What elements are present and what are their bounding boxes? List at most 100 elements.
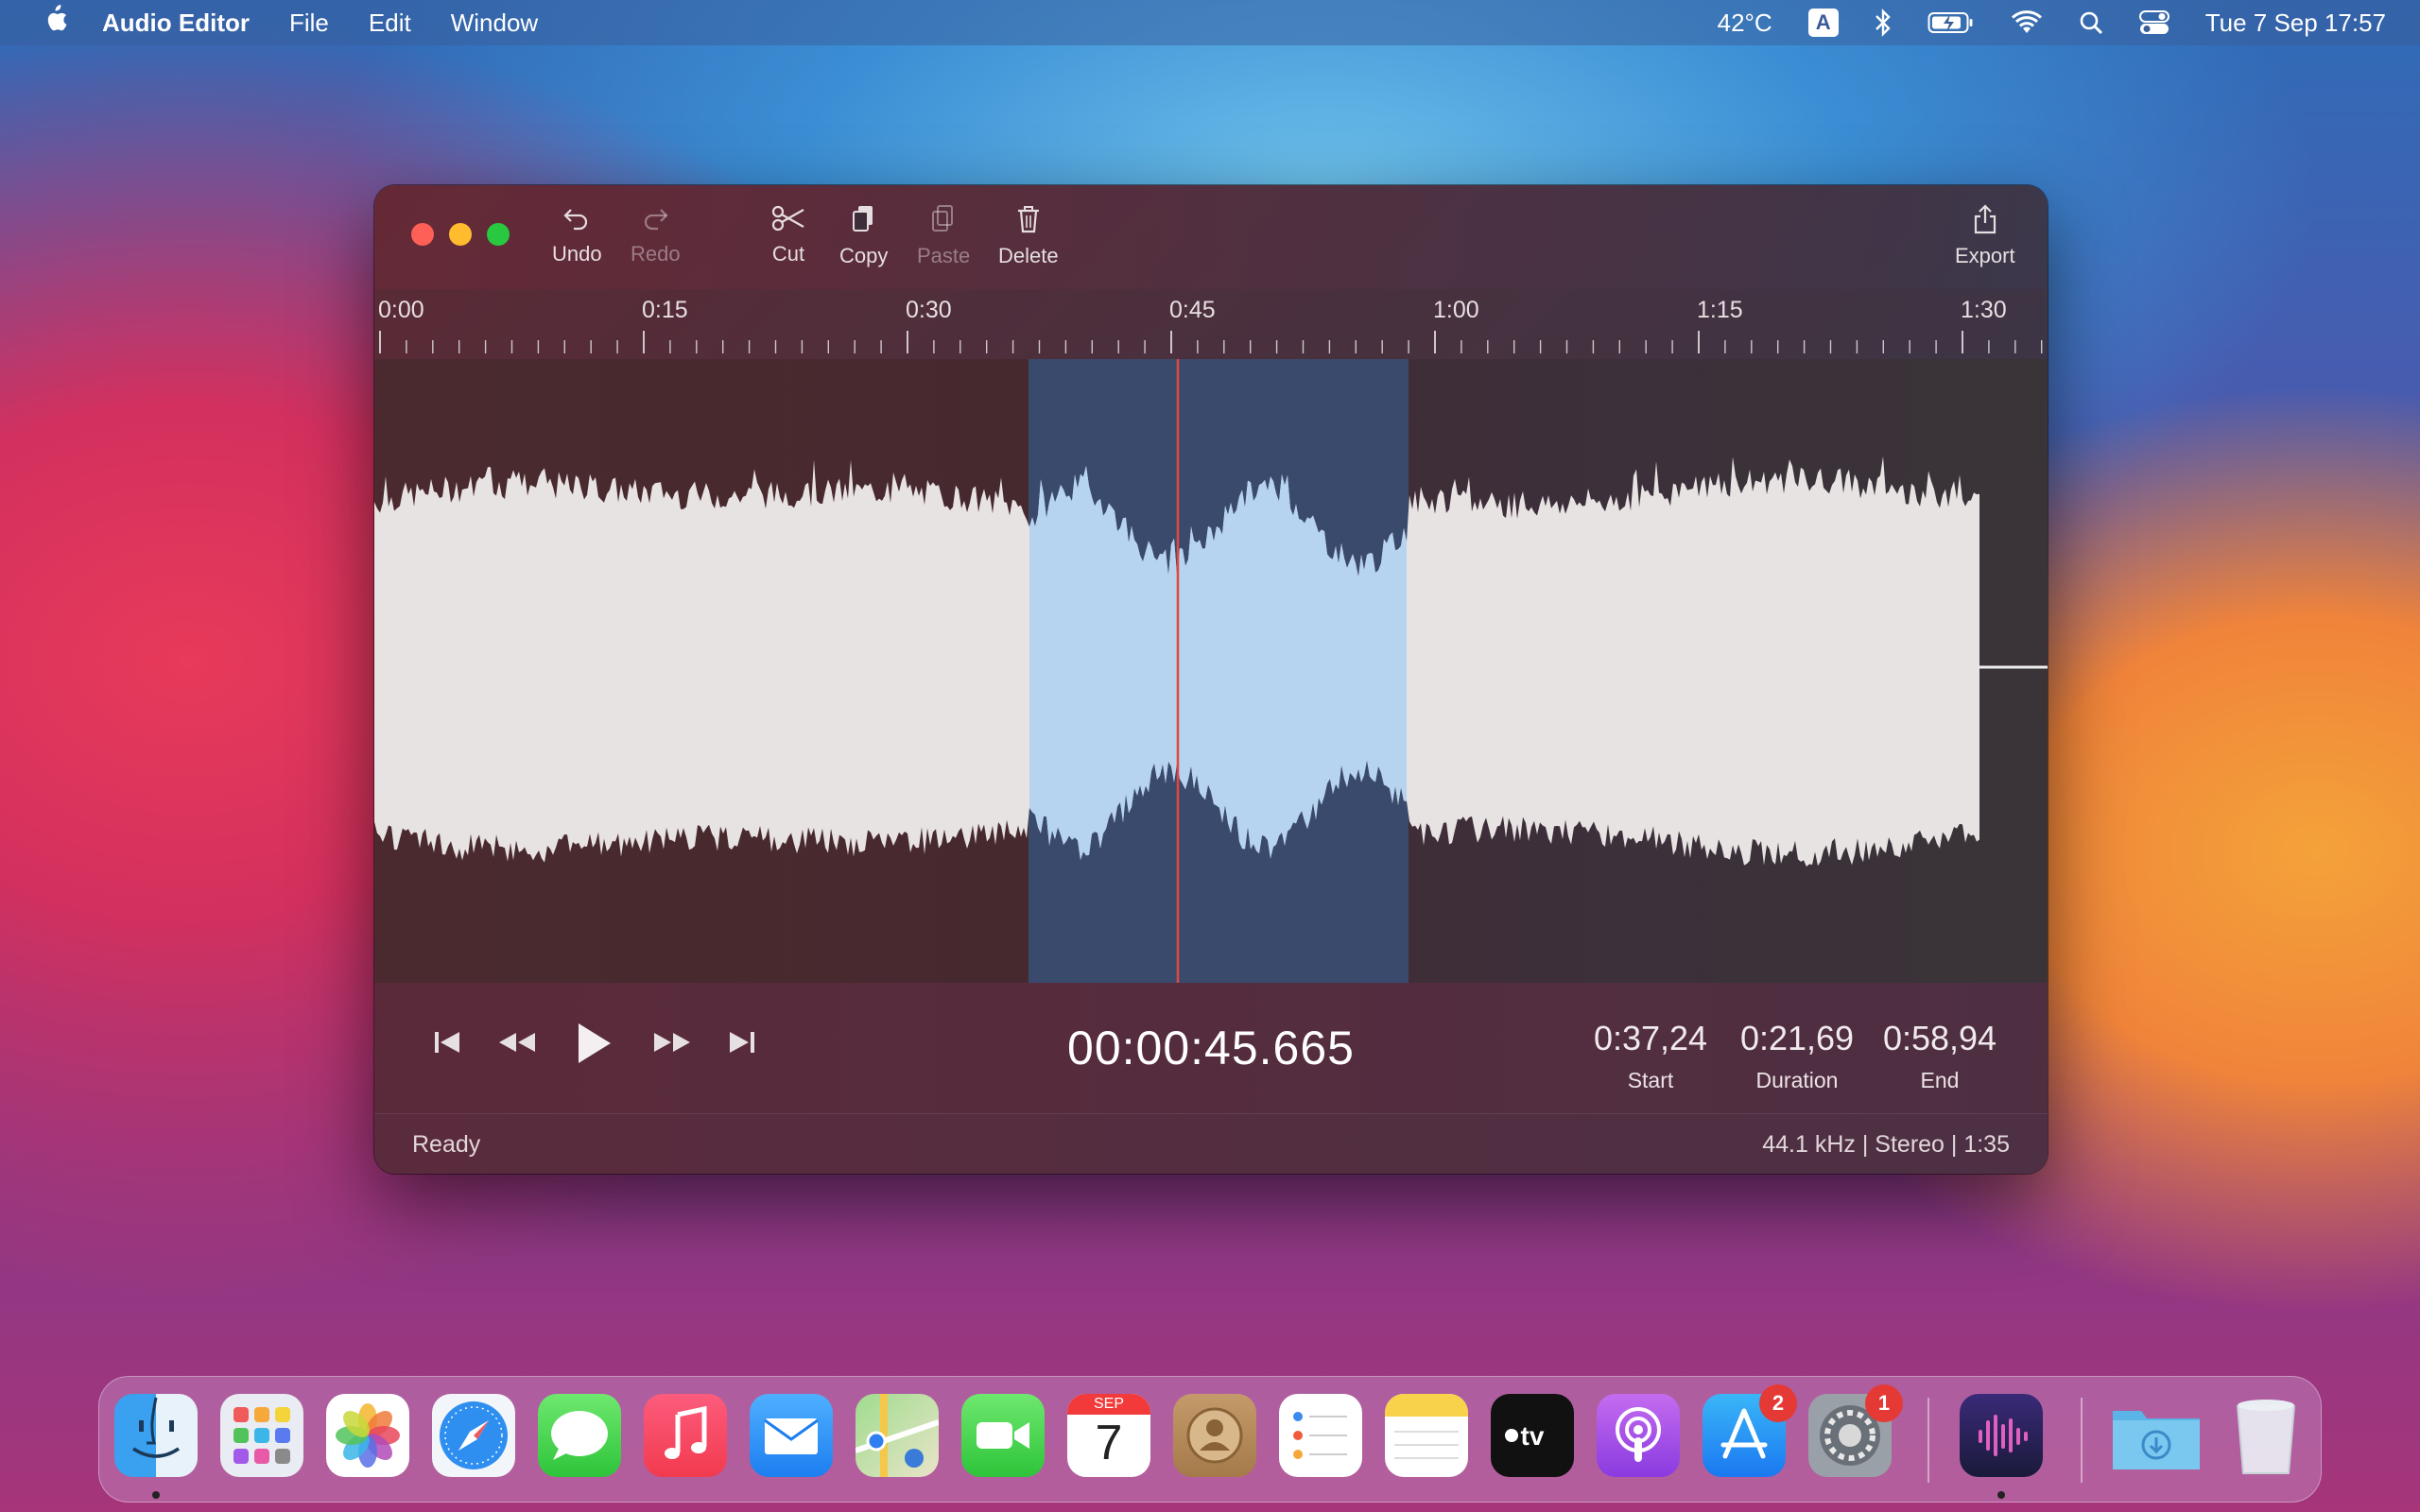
- dock-separator: [1927, 1398, 1929, 1483]
- ruler-label: 1:30: [1961, 297, 2007, 323]
- ruler-label: 0:00: [378, 297, 424, 323]
- dock-trash[interactable]: [2224, 1394, 2308, 1477]
- export-label: Export: [1955, 244, 2015, 267]
- dock-maps[interactable]: [855, 1394, 940, 1477]
- delete-label: Delete: [998, 244, 1059, 267]
- spotlight-search-icon[interactable]: [2079, 10, 2103, 35]
- selection-start-label: Start: [1627, 1068, 1674, 1092]
- close-window-button[interactable]: [411, 223, 434, 246]
- dock-contacts[interactable]: [1173, 1394, 1256, 1477]
- paste-button[interactable]: Paste: [917, 204, 970, 268]
- running-indicator: [1997, 1491, 2005, 1499]
- dock-podcasts[interactable]: [1597, 1394, 1680, 1477]
- cut-label: Cut: [771, 242, 805, 266]
- status-bar: Ready 44.1 kHz | Stereo | 1:35: [374, 1113, 2048, 1174]
- trash-can-icon: [2237, 1400, 2295, 1474]
- dock-system-preferences[interactable]: 1: [1808, 1384, 1903, 1477]
- dock-calendar[interactable]: SEP 7: [1067, 1394, 1150, 1477]
- podcasts-icon: [1616, 1407, 1661, 1462]
- ruler-label: 0:45: [1169, 297, 1216, 323]
- ruler-label: 0:30: [906, 297, 952, 323]
- status-text: Ready: [412, 1131, 481, 1158]
- waveform-view[interactable]: [374, 359, 2048, 983]
- dock-downloads-folder[interactable]: [2109, 1394, 2200, 1477]
- dock-safari[interactable]: [432, 1394, 515, 1477]
- music-note-icon: [665, 1405, 707, 1459]
- zoom-window-button[interactable]: [487, 223, 510, 246]
- svg-text:tv: tv: [1521, 1421, 1545, 1451]
- share-icon: [1974, 204, 1996, 234]
- wifi-icon[interactable]: [2011, 10, 2043, 35]
- app-name-menu[interactable]: Audio Editor: [102, 9, 250, 38]
- dock-finder[interactable]: [114, 1394, 198, 1477]
- undo-icon: [563, 209, 588, 231]
- audio-format-info: 44.1 kHz | Stereo | 1:35: [1762, 1131, 2010, 1158]
- contacts-icon: [1186, 1407, 1243, 1464]
- input-source-icon[interactable]: A: [1807, 9, 1839, 37]
- dock-audio-editor[interactable]: [1960, 1394, 2043, 1477]
- selection-start[interactable]: 0:37,24 Start: [1584, 1019, 1717, 1093]
- battery-icon[interactable]: [1927, 10, 1975, 35]
- dock-separator: [2081, 1398, 2083, 1483]
- copy-label: Copy: [839, 244, 889, 267]
- bluetooth-icon[interactable]: [1875, 9, 1892, 37]
- redo-button[interactable]: Redo: [631, 204, 681, 266]
- mail-icon: [764, 1418, 819, 1454]
- control-center-icon[interactable]: [2138, 9, 2169, 36]
- dock-facetime[interactable]: [961, 1394, 1045, 1477]
- ruler-ticks: [379, 331, 2043, 353]
- notes-icon: [1385, 1394, 1468, 1459]
- dock-photos[interactable]: [326, 1394, 409, 1477]
- selection-duration[interactable]: 0:21,69 Duration: [1726, 1019, 1868, 1093]
- menu-file[interactable]: File: [289, 9, 329, 38]
- app-store-badge: 2: [1759, 1384, 1797, 1422]
- dock-mail[interactable]: [750, 1394, 833, 1477]
- waveform: [374, 359, 2048, 983]
- trash-icon: [1017, 206, 1039, 233]
- scissors-icon: [771, 205, 804, 232]
- copy-button[interactable]: Copy: [839, 204, 888, 268]
- safari-icon: [440, 1401, 508, 1469]
- cut-button[interactable]: Cut: [771, 204, 805, 266]
- ruler-label: 0:15: [642, 297, 688, 323]
- undo-label: Undo: [552, 242, 602, 266]
- minimize-window-button[interactable]: [449, 223, 472, 246]
- apple-menu-icon[interactable]: [36, 4, 74, 42]
- timeline-ruler[interactable]: 0:00 0:15 0:30 0:45 1:00 1:15 1:30: [374, 289, 2048, 357]
- dock-music[interactable]: [644, 1394, 727, 1477]
- copy-icon: [852, 206, 873, 232]
- transport-bar: 00:00:45.665 0:37,24 Start 0:21,69 Durat…: [374, 983, 2048, 1113]
- maps-icon: [855, 1394, 940, 1477]
- selection-end-value: 0:58,94: [1882, 1019, 1997, 1057]
- audio-waveform-icon: [1979, 1415, 2028, 1456]
- calendar-month: SEP: [1067, 1394, 1150, 1415]
- export-button[interactable]: Export: [1955, 204, 2015, 268]
- delete-button[interactable]: Delete: [998, 204, 1059, 268]
- launchpad-icon: [233, 1407, 290, 1464]
- dock-notes[interactable]: [1385, 1394, 1468, 1477]
- running-indicator: [152, 1491, 160, 1499]
- paste-icon: [932, 205, 954, 232]
- menu-window[interactable]: Window: [451, 9, 538, 38]
- video-camera-icon: [977, 1422, 1029, 1449]
- temperature-status[interactable]: 42°C: [1718, 9, 1772, 38]
- undo-button[interactable]: Undo: [552, 204, 602, 266]
- toolbar: Undo Redo Cut Copy Paste Delete Export: [374, 185, 2048, 289]
- dock-tv[interactable]: tv: [1491, 1394, 1574, 1477]
- dock: SEP 7 tv 2 1: [98, 1376, 2322, 1503]
- dock-messages[interactable]: [538, 1394, 621, 1477]
- calendar-day: 7: [1095, 1416, 1123, 1470]
- ruler-label: 1:00: [1433, 297, 1479, 323]
- finder-icon: [132, 1397, 180, 1458]
- dock-reminders[interactable]: [1279, 1394, 1362, 1477]
- menu-edit[interactable]: Edit: [369, 9, 411, 38]
- selection-end[interactable]: 0:58,94 End: [1874, 1019, 2006, 1093]
- dock-app-store[interactable]: 2: [1703, 1384, 1797, 1477]
- selection-duration-label: Duration: [1755, 1068, 1839, 1092]
- dock-launchpad[interactable]: [220, 1394, 303, 1477]
- selection-start-value: 0:37,24: [1593, 1019, 1708, 1057]
- ruler-label: 1:15: [1697, 297, 1743, 323]
- audio-editor-window: Undo Redo Cut Copy Paste Delete Export 0…: [374, 185, 2048, 1174]
- menubar-clock[interactable]: Tue 7 Sep 17:57: [2205, 9, 2386, 38]
- downloads-folder-icon: [2113, 1411, 2200, 1469]
